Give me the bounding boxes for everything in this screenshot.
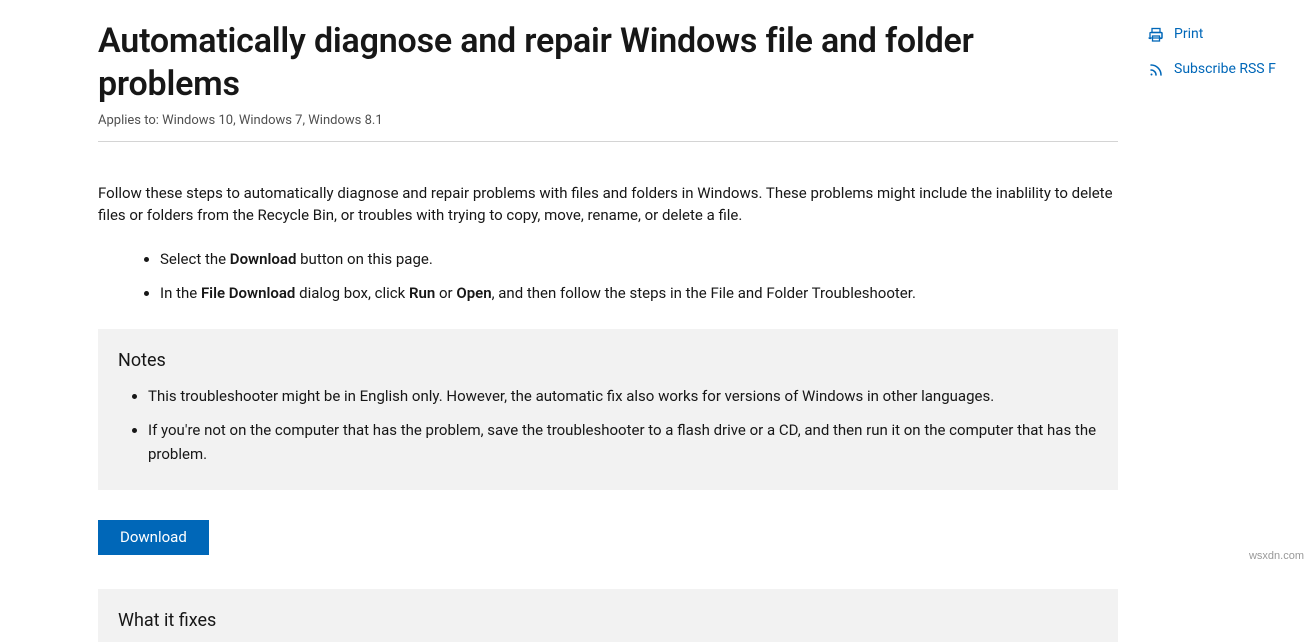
notes-list: This troubleshooter might be in English … [118, 384, 1098, 466]
side-actions: Print Subscribe RSS F [1148, 20, 1308, 90]
step-text: button on this page. [296, 250, 432, 268]
what-it-fixes-heading: What it fixes [118, 607, 1098, 634]
header-divider [98, 141, 1118, 142]
subscribe-rss-link[interactable]: Subscribe RSS F [1148, 55, 1308, 90]
notes-box: Notes This troubleshooter might be in En… [98, 329, 1118, 490]
applies-to-line: Applies to: Windows 10, Windows 7, Windo… [98, 111, 1118, 141]
step-text: dialog box, click [295, 284, 409, 302]
main-content: Automatically diagnose and repair Window… [0, 20, 1148, 642]
notes-heading: Notes [118, 347, 1098, 374]
bold-text: Run [409, 284, 435, 302]
page-title: Automatically diagnose and repair Window… [98, 20, 1118, 105]
step-text: In the [160, 284, 201, 302]
what-it-fixes-box: What it fixes [98, 589, 1118, 642]
print-link[interactable]: Print [1148, 20, 1308, 55]
rss-icon [1148, 62, 1164, 78]
step-item: In the File Download dialog box, click R… [160, 281, 1118, 305]
step-text: , and then follow the steps in the File … [492, 284, 916, 302]
step-item: Select the Download button on this page. [160, 247, 1118, 271]
bold-text: Download [230, 250, 297, 268]
note-item: If you're not on the computer that has t… [148, 418, 1098, 466]
steps-list: Select the Download button on this page.… [98, 247, 1118, 305]
print-icon [1148, 27, 1164, 43]
intro-paragraph: Follow these steps to automatically diag… [98, 182, 1118, 227]
bold-text: File Download [201, 284, 295, 302]
download-button[interactable]: Download [98, 520, 209, 555]
watermark: wsxdn.com [1249, 548, 1304, 565]
page-root: Automatically diagnose and repair Window… [0, 0, 1308, 642]
step-text: or [435, 284, 456, 302]
step-text: Select the [160, 250, 230, 268]
rss-label: Subscribe RSS F [1174, 59, 1276, 80]
bold-text: Open [456, 284, 491, 302]
print-label: Print [1174, 24, 1203, 45]
note-item: This troubleshooter might be in English … [148, 384, 1098, 408]
